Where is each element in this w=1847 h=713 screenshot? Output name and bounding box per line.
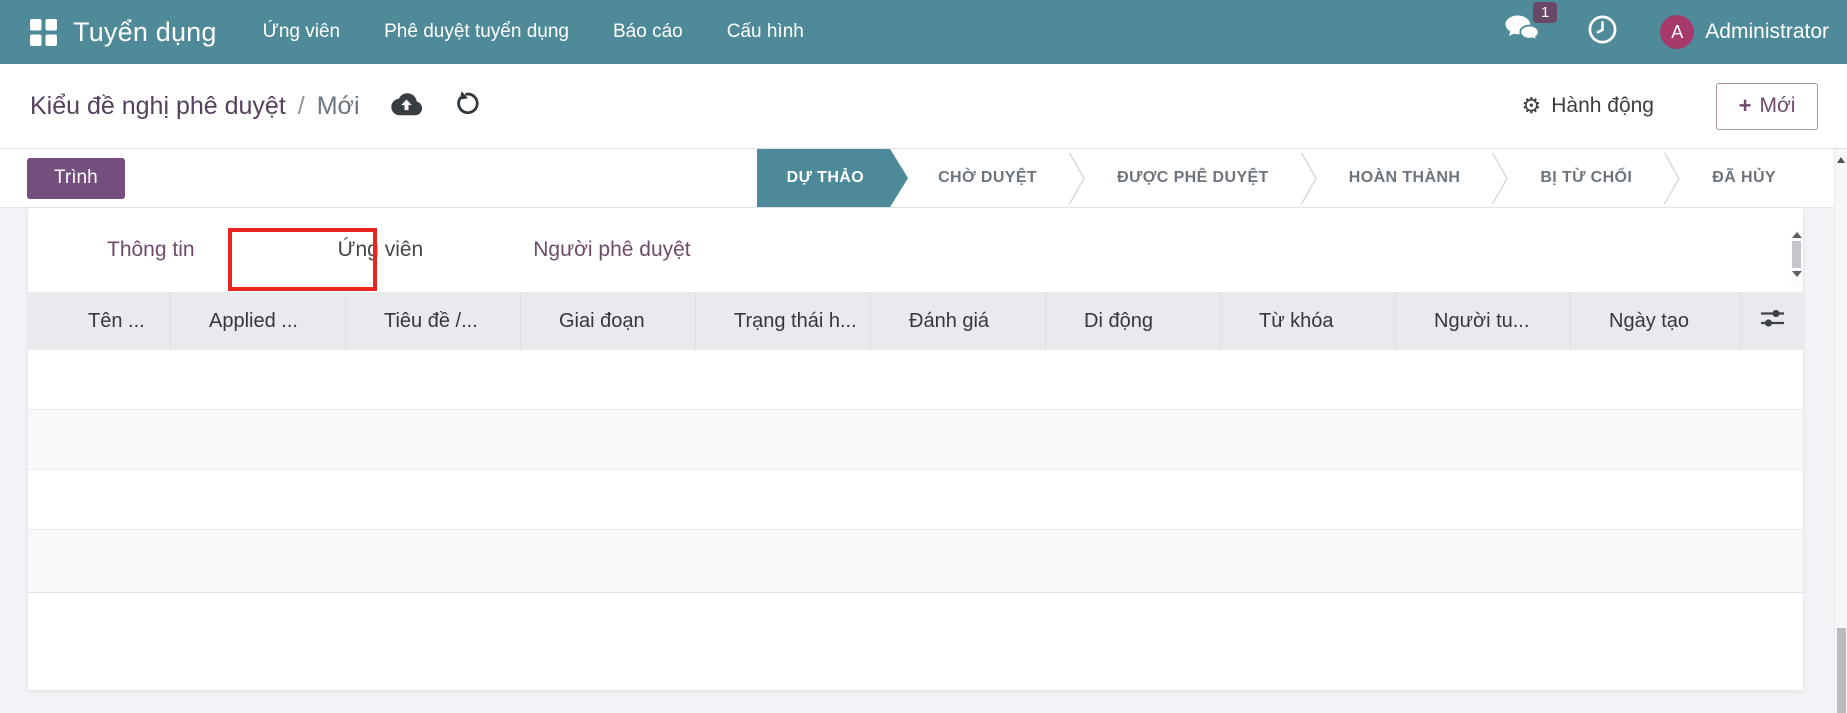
sliders-icon <box>1759 307 1786 336</box>
empty-row <box>28 530 1803 593</box>
tab-nguoi-phe-duyet[interactable]: Người phê duyệt <box>533 238 690 262</box>
scroll-up-icon[interactable] <box>1837 157 1845 163</box>
empty-row <box>28 470 1803 530</box>
avatar: A <box>1660 15 1695 49</box>
empty-row <box>28 350 1803 410</box>
breadcrumb: Kiểu đề nghị phê duyệt / Mới <box>30 92 360 121</box>
scrollbar-thumb[interactable] <box>1792 241 1801 268</box>
column-header-di-dong[interactable]: Di động <box>1045 292 1220 350</box>
column-header-trang-thai[interactable]: Trạng thái h... <box>695 292 870 350</box>
top-navbar: Tuyển dụng Ứng viên Phê duyệt tuyển dụng… <box>0 0 1847 64</box>
user-menu[interactable]: A Administrator <box>1660 15 1829 49</box>
column-header-nguoi-tu[interactable]: Người tu... <box>1395 292 1570 350</box>
plus-icon: + <box>1738 93 1752 118</box>
menu-item-cau-hinh[interactable]: Cấu hình <box>727 21 804 43</box>
user-name: Administrator <box>1705 20 1829 43</box>
form-sheet: Thông tin Ứng viên Người phê duyệt Tên .… <box>28 208 1803 690</box>
chevron-divider-icon <box>1490 149 1510 207</box>
scrollbar-thumb[interactable] <box>1837 628 1846 713</box>
optional-columns-button[interactable] <box>1740 292 1803 350</box>
status-step-da-huy[interactable]: ĐÃ HỦY <box>1682 149 1806 207</box>
gear-icon: ⚙ <box>1521 93 1542 118</box>
discard-changes-button[interactable] <box>453 90 480 122</box>
save-record-button[interactable] <box>390 92 423 121</box>
submit-button[interactable]: Trình <box>27 157 125 199</box>
messages-count-badge: 1 <box>1532 2 1558 23</box>
tab-ung-vien[interactable]: Ứng viên <box>338 238 424 262</box>
status-step-du-thao[interactable]: DỰ THẢO <box>757 149 908 207</box>
breadcrumb-separator: / <box>297 91 305 120</box>
menu-item-phe-duyet[interactable]: Phê duyệt tuyển dụng <box>384 21 569 43</box>
new-record-button[interactable]: + Mới <box>1716 82 1818 130</box>
messages-button[interactable]: 1 <box>1504 2 1558 50</box>
form-statusbar: Trình DỰ THẢO CHỜ DUYỆT ĐƯỢC PHÊ DUYỆT H… <box>0 149 1834 208</box>
action-menu-button[interactable]: ⚙ Hành động <box>1522 93 1655 119</box>
chevron-divider-icon <box>1067 149 1087 207</box>
apps-grid-icon[interactable] <box>30 18 57 46</box>
app-name[interactable]: Tuyển dụng <box>73 17 217 48</box>
column-header-ten[interactable]: Tên ... <box>28 292 170 350</box>
list-body <box>28 350 1803 593</box>
control-panel-actions: ⚙ Hành động + Mới <box>1522 82 1818 130</box>
column-header-tu-khoa[interactable]: Từ khóa <box>1220 292 1395 350</box>
status-step-cho-duyet[interactable]: CHỜ DUYỆT <box>908 149 1067 207</box>
empty-row <box>28 410 1803 470</box>
app-window: Tuyển dụng Ứng viên Phê duyệt tuyển dụng… <box>0 0 1847 713</box>
status-step-bi-tu-choi[interactable]: BỊ TỪ CHỐI <box>1510 149 1662 207</box>
list-header-row: Tên ... Applied ... Tiêu đề /... Giai đo… <box>28 292 1803 350</box>
top-menu: Ứng viên Phê duyệt tuyển dụng Báo cáo Cấ… <box>263 21 804 43</box>
column-header-applied[interactable]: Applied ... <box>170 292 345 350</box>
activities-button[interactable] <box>1587 14 1618 50</box>
page-scrollbar[interactable] <box>1834 149 1847 713</box>
menu-item-ung-vien[interactable]: Ứng viên <box>263 21 341 43</box>
column-header-ngay-tao[interactable]: Ngày tạo <box>1570 292 1740 350</box>
status-step-hoan-thanh[interactable]: HOÀN THÀNH <box>1319 149 1491 207</box>
cloud-upload-icon <box>390 92 423 121</box>
notebook-tabs: Thông tin Ứng viên Người phê duyệt <box>28 208 1803 292</box>
scroll-up-icon[interactable] <box>1791 232 1802 238</box>
status-step-duoc-phe-duyet[interactable]: ĐƯỢC PHÊ DUYỆT <box>1087 149 1299 207</box>
notebook-scrollbar[interactable] <box>1790 230 1803 288</box>
undo-icon <box>453 90 480 122</box>
chevron-divider-icon <box>1299 149 1319 207</box>
breadcrumb-parent-link[interactable]: Kiểu đề nghị phê duyệt <box>30 92 286 121</box>
column-header-tieu-de[interactable]: Tiêu đề /... <box>345 292 520 350</box>
column-header-giai-doan[interactable]: Giai đoạn <box>520 292 695 350</box>
control-panel: Kiểu đề nghị phê duyệt / Mới ⚙ Hành động… <box>0 64 1847 149</box>
scroll-down-icon[interactable] <box>1791 271 1802 277</box>
column-header-danh-gia[interactable]: Đánh giá <box>870 292 1045 350</box>
breadcrumb-current: Mới <box>316 91 360 120</box>
new-button-label: Mới <box>1759 94 1796 117</box>
menu-item-bao-cao[interactable]: Báo cáo <box>613 21 683 43</box>
topbar-right: 1 A Administrator <box>1504 2 1829 50</box>
clock-icon <box>1587 14 1618 50</box>
action-menu-label: Hành động <box>1551 94 1654 117</box>
chevron-divider-icon <box>1662 149 1682 207</box>
tab-thong-tin[interactable]: Thông tin <box>107 238 195 262</box>
statusbar-steps: DỰ THẢO CHỜ DUYỆT ĐƯỢC PHÊ DUYỆT HOÀN TH… <box>757 149 1806 207</box>
